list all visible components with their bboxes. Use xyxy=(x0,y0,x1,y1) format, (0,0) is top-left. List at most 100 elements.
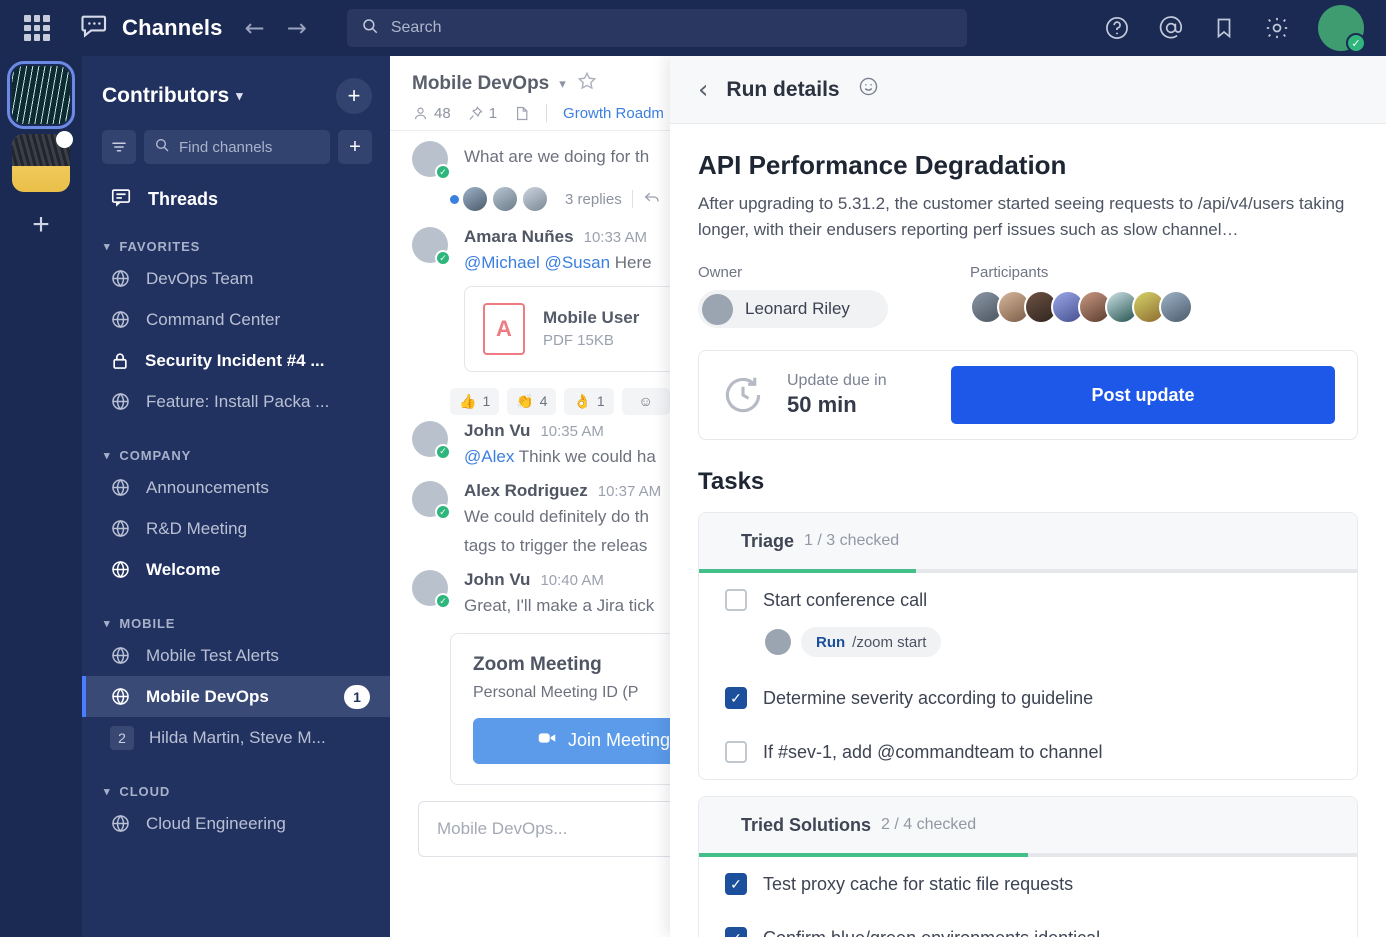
smiley-icon[interactable] xyxy=(858,76,879,103)
globe-icon xyxy=(110,477,131,498)
reaction-ok[interactable]: 👌 1 xyxy=(564,388,613,415)
task-group-tried-solutions: Tried Solutions2 / 4 checked ✓ Test proxy … xyxy=(698,796,1358,937)
message-author: John Vu xyxy=(464,570,530,590)
filter-icon[interactable] xyxy=(102,130,136,164)
task-checkbox[interactable] xyxy=(725,741,747,763)
owner-chip[interactable]: Leonard Riley xyxy=(698,290,888,328)
task-checkbox[interactable]: ✓ xyxy=(725,927,747,937)
sidebar-item-threads[interactable]: Threads xyxy=(82,164,390,213)
task-group-count: 1 / 3 checked xyxy=(804,532,899,550)
sidebar-group-cloud[interactable]: ▾CLOUD xyxy=(82,758,390,803)
reaction-thumbsup[interactable]: 👍 1 xyxy=(450,388,499,415)
find-channels-input[interactable]: Find channels xyxy=(144,130,330,164)
reaction-count: 4 xyxy=(540,393,548,409)
mention-link[interactable]: @Michael @Susan xyxy=(464,253,610,272)
reaction-clap[interactable]: 👏 4 xyxy=(507,388,556,415)
update-due-card: Update due in 50 min Post update xyxy=(698,350,1358,440)
pinned-count[interactable]: 1 xyxy=(467,105,497,122)
workspace-switcher-item-1[interactable] xyxy=(12,66,70,124)
message-author-row: Alex Rodriguez 10:37 AM xyxy=(464,481,661,501)
chevron-down-icon: ▾ xyxy=(236,88,243,104)
sidebar-item-security-incident-4[interactable]: Security Incident #4 ... xyxy=(82,340,390,381)
globe-icon xyxy=(110,559,131,580)
add-channel-button[interactable]: + xyxy=(338,130,372,164)
app-root: Channels ← → Search xyxy=(0,0,1386,937)
sidebar-item-label: R&D Meeting xyxy=(146,519,247,539)
forward-button[interactable]: → xyxy=(287,14,307,42)
sidebar-item-command-center[interactable]: Command Center xyxy=(82,299,390,340)
workspace-rail: + xyxy=(0,56,82,937)
back-button[interactable]: ← xyxy=(245,14,265,42)
participants-avatars[interactable] xyxy=(970,290,1193,324)
app-logo[interactable]: Channels xyxy=(80,11,223,46)
task-label: Test proxy cache for static file request… xyxy=(763,874,1073,895)
sidebar-group-company[interactable]: ▾COMPANY xyxy=(82,422,390,467)
member-count[interactable]: 48 xyxy=(412,105,451,122)
message-text: We could definitely do th xyxy=(464,504,661,530)
mentions-icon[interactable] xyxy=(1158,15,1184,41)
sidebar-item-cloud-engineering[interactable]: Cloud Engineering xyxy=(82,803,390,844)
sidebar-group-mobile[interactable]: ▾MOBILE xyxy=(82,590,390,635)
task-checkbox[interactable]: ✓ xyxy=(725,873,747,895)
sidebar-item-label: Announcements xyxy=(146,478,269,498)
help-icon[interactable] xyxy=(1104,15,1130,41)
channel-sidebar: Contributors ▾ + Find channels + xyxy=(82,56,390,937)
run-command-chip[interactable]: Run/zoom start xyxy=(801,627,941,657)
message-author-row: John Vu 10:35 AM xyxy=(464,421,656,441)
sidebar-item-announcements[interactable]: Announcements xyxy=(82,467,390,508)
message-text-line2: tags to trigger the releas xyxy=(464,533,661,559)
avatar[interactable]: ✓ xyxy=(412,227,448,263)
task-label: If #sev-1, add @commandteam to channel xyxy=(763,742,1102,763)
sidebar-group-label: FAVORITES xyxy=(119,239,200,254)
sidebar-item-feature-install-packa[interactable]: Feature: Install Packa ... xyxy=(82,381,390,422)
sidebar-search-row: Find channels + xyxy=(82,114,390,164)
task-item: ✓Confirm blue/green environments identic… xyxy=(699,911,1357,937)
task-group-header[interactable]: Tried Solutions2 / 4 checked xyxy=(699,797,1357,853)
sidebar-item-devops-team[interactable]: DevOps Team xyxy=(82,258,390,299)
apps-grid-icon[interactable] xyxy=(24,15,50,41)
online-status-badge: ✓ xyxy=(1346,33,1366,53)
run-details-body: API Performance Degradation After upgrad… xyxy=(670,124,1386,937)
sidebar-item-welcome[interactable]: Welcome xyxy=(82,549,390,590)
chevron-left-icon[interactable]: ‹ xyxy=(698,77,708,103)
add-reaction-icon[interactable]: ☺ xyxy=(622,388,670,415)
bookmark-icon[interactable] xyxy=(1212,16,1236,40)
owner-avatar xyxy=(702,294,733,325)
run-title: API Performance Degradation xyxy=(698,150,1358,181)
sidebar-item-label: DevOps Team xyxy=(146,269,253,289)
task-checkbox[interactable] xyxy=(725,589,747,611)
sidebar-item-mobile-test-alerts[interactable]: Mobile Test Alerts xyxy=(82,635,390,676)
new-item-button[interactable]: + xyxy=(336,78,372,114)
files-icon[interactable] xyxy=(513,105,530,122)
avatar[interactable]: ✓ xyxy=(412,421,448,457)
channel-header-link[interactable]: Growth Roadm xyxy=(563,105,664,122)
mention-link[interactable]: @Alex xyxy=(464,447,514,466)
search-input[interactable]: Search xyxy=(347,9,967,47)
command-avatar xyxy=(765,629,791,655)
sidebar-group-label: COMPANY xyxy=(119,448,191,463)
gear-icon[interactable] xyxy=(1264,15,1290,41)
unread-badge: 1 xyxy=(344,685,370,709)
sidebar-item-hilda-martin-steve-m[interactable]: 2Hilda Martin, Steve M... xyxy=(82,717,390,758)
task-group-header[interactable]: Triage1 / 3 checked xyxy=(699,513,1357,569)
join-meeting-label: Join Meeting xyxy=(568,730,670,751)
globe-icon xyxy=(110,813,131,834)
sidebar-item-r-d-meeting[interactable]: R&D Meeting xyxy=(82,508,390,549)
reaction-emoji: 👍 xyxy=(459,393,476,410)
avatar[interactable]: ✓ xyxy=(1318,5,1364,51)
workspace-switcher-item-2[interactable] xyxy=(12,134,70,192)
video-camera-icon xyxy=(536,727,558,754)
task-checkbox[interactable]: ✓ xyxy=(725,687,747,709)
task-item: ✓Determine severity according to guideli… xyxy=(699,671,1357,725)
team-switcher[interactable]: Contributors ▾ xyxy=(102,84,243,108)
sidebar-item-mobile-devops[interactable]: Mobile DevOps1 xyxy=(82,676,390,717)
chat-icon xyxy=(80,11,110,46)
sidebar-group-favorites[interactable]: ▾FAVORITES xyxy=(82,213,390,258)
add-workspace-button[interactable]: + xyxy=(12,210,70,240)
reply-icon[interactable] xyxy=(643,188,661,210)
favorite-star-icon[interactable] xyxy=(576,70,598,97)
post-update-button[interactable]: Post update xyxy=(951,366,1335,424)
avatar[interactable]: ✓ xyxy=(412,570,448,606)
avatar[interactable]: ✓ xyxy=(412,481,448,517)
avatar[interactable]: ✓ xyxy=(412,141,448,177)
